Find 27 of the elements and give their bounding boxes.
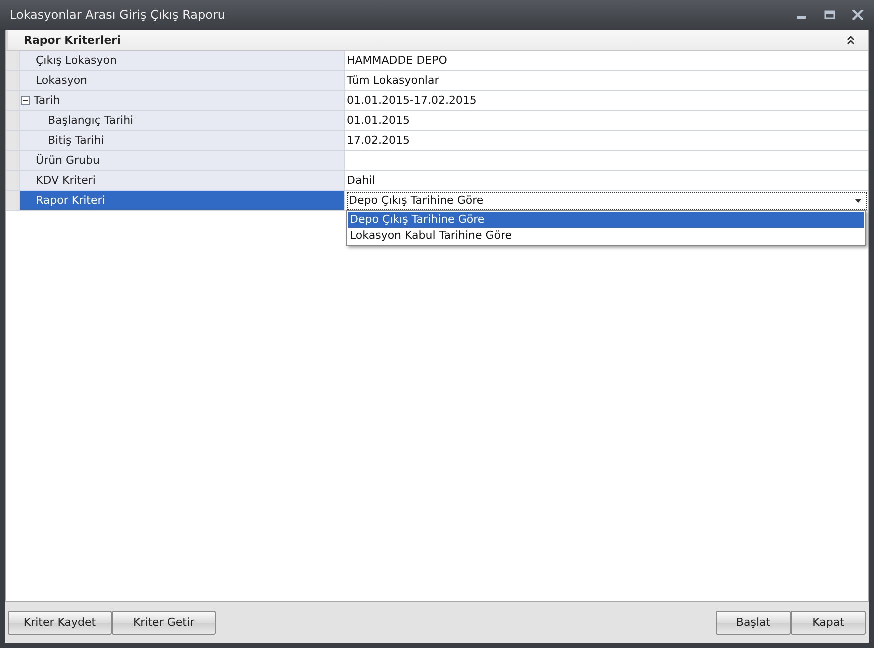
- dropdown-option[interactable]: Lokasyon Kabul Tarihine Göre: [348, 228, 864, 244]
- property-label[interactable]: Rapor Kriteri: [20, 191, 345, 210]
- close-icon[interactable]: [852, 10, 864, 20]
- dropdown-option[interactable]: Depo Çıkış Tarihine Göre: [348, 212, 864, 228]
- property-label[interactable]: Ürün Grubu: [20, 151, 345, 170]
- dropdown-arrow-icon[interactable]: [855, 198, 862, 202]
- footer-button[interactable]: Kriter Getir: [112, 610, 216, 634]
- footer-button[interactable]: Kriter Kaydet: [8, 610, 112, 634]
- property-value[interactable]: Tüm Lokasyonlar: [347, 74, 440, 87]
- footer-button[interactable]: Başlat: [716, 610, 791, 634]
- collapse-icon[interactable]: [21, 96, 30, 105]
- property-label[interactable]: KDV Kriteri: [20, 171, 345, 190]
- property-label[interactable]: Tarih: [20, 91, 345, 110]
- property-label[interactable]: Çıkış Lokasyon: [20, 51, 345, 70]
- property-value[interactable]: Dahil: [347, 174, 376, 187]
- property-label[interactable]: Lokasyon: [20, 71, 345, 90]
- property-label[interactable]: Bitiş Tarihi: [20, 131, 345, 150]
- property-value[interactable]: 01.01.2015: [347, 114, 410, 127]
- collapse-icon[interactable]: [846, 35, 856, 45]
- panel-title: Rapor Kriterleri: [24, 34, 121, 46]
- property-label[interactable]: Başlangıç Tarihi: [20, 111, 345, 130]
- window-title: Lokasyonlar Arası Giriş Çıkış Raporu: [9, 8, 226, 22]
- footer-button[interactable]: Kapat: [791, 610, 866, 634]
- property-value[interactable]: HAMMADDE DEPO: [347, 54, 448, 67]
- property-value[interactable]: 17.02.2015: [347, 134, 410, 147]
- maximize-icon[interactable]: [824, 10, 836, 20]
- property-value[interactable]: 01.01.2015-17.02.2015: [347, 94, 477, 107]
